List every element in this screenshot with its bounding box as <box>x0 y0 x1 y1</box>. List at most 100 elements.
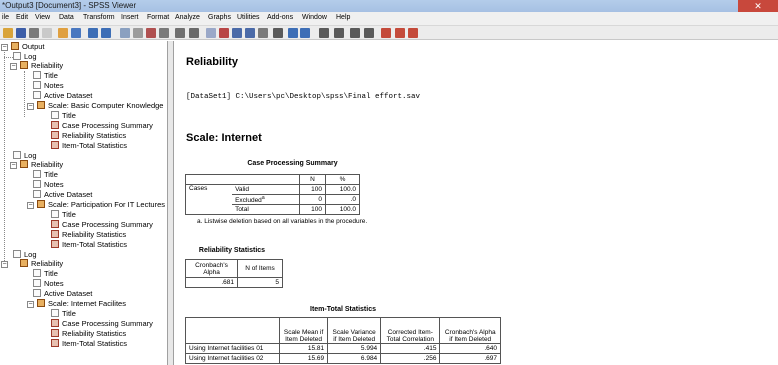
collapse-toggle[interactable]: − <box>1 261 8 268</box>
outline-title[interactable]: Title <box>33 170 58 180</box>
designate-window-icon[interactable] <box>175 28 185 38</box>
outline-notes[interactable]: Notes <box>33 279 64 289</box>
print-preview-icon[interactable] <box>42 28 52 38</box>
insert-heading-icon[interactable] <box>219 28 229 38</box>
outline-pane[interactable]: − Output Log − Reliability Title Notes A… <box>0 41 168 365</box>
menu-utilities[interactable]: Utilities <box>237 14 260 21</box>
col-header: Scale Variance if Item Deleted <box>327 317 382 344</box>
collapse-toggle[interactable]: − <box>10 63 17 70</box>
chart-builder-icon[interactable] <box>381 28 391 38</box>
show-icon[interactable] <box>350 28 360 38</box>
menu-graphs[interactable]: Graphs <box>208 14 231 21</box>
collapse-toggle[interactable]: − <box>27 301 34 308</box>
recall-dialog-icon[interactable] <box>71 28 81 38</box>
print-icon[interactable] <box>29 28 39 38</box>
collapse-toggle[interactable]: − <box>1 44 8 51</box>
log-icon <box>13 151 21 159</box>
undo-icon[interactable] <box>88 28 98 38</box>
menu-help[interactable]: Help <box>336 14 350 21</box>
outline-reliability[interactable]: Reliability <box>20 61 63 71</box>
menu-file[interactable]: ile <box>2 14 9 21</box>
outline-item-total[interactable]: Item-Total Statistics <box>51 141 127 151</box>
hide-icon[interactable] <box>364 28 374 38</box>
save-icon[interactable] <box>16 28 26 38</box>
table-cell: 100.0 <box>324 184 361 195</box>
promote-icon[interactable] <box>288 28 298 38</box>
outline-reliability[interactable]: Reliability <box>20 259 63 269</box>
case-summary-table[interactable]: N % Cases Valid 100 100.0 Excludeda 0 .0… <box>185 174 361 216</box>
outline-notes[interactable]: Notes <box>33 81 64 91</box>
menu-data[interactable]: Data <box>59 14 74 21</box>
open-icon[interactable] <box>3 28 13 38</box>
outline-case-summary[interactable]: Case Processing Summary <box>51 121 153 131</box>
collapse-toggle[interactable]: − <box>27 103 34 110</box>
goto-case-icon[interactable] <box>133 28 143 38</box>
export-icon[interactable] <box>58 28 68 38</box>
pane-splitter[interactable] <box>168 41 174 365</box>
outline-item-total[interactable]: Item-Total Statistics <box>51 339 127 349</box>
outline-reliability-stats[interactable]: Reliability Statistics <box>51 329 126 339</box>
outline-title[interactable]: Title <box>33 71 58 81</box>
find-icon[interactable] <box>159 28 169 38</box>
table-cell: 100 <box>298 204 326 216</box>
output-content-pane[interactable]: Reliability [DataSet1] C:\Users\pc\Deskt… <box>175 41 778 365</box>
notes-icon <box>33 279 41 287</box>
outline-notes[interactable]: Notes <box>33 180 64 190</box>
title-icon <box>51 309 59 317</box>
outline-active-dataset[interactable]: Active Dataset <box>33 289 92 299</box>
notes-icon <box>33 81 41 89</box>
col-header: % <box>324 174 361 185</box>
title-icon <box>33 170 41 178</box>
table-icon <box>51 339 59 347</box>
pivot-icon[interactable] <box>395 28 405 38</box>
outline-active-dataset[interactable]: Active Dataset <box>33 190 92 200</box>
insert-text-icon[interactable] <box>245 28 255 38</box>
scale-heading: Scale: Internet <box>186 132 262 144</box>
outline-title[interactable]: Title <box>33 269 58 279</box>
collapse-icon[interactable] <box>334 28 344 38</box>
output-book-icon <box>11 42 19 50</box>
outline-reliability-stats[interactable]: Reliability Statistics <box>51 230 126 240</box>
outline-active-dataset[interactable]: Active Dataset <box>33 91 92 101</box>
outline-case-summary[interactable]: Case Processing Summary <box>51 319 153 329</box>
redo-icon[interactable] <box>101 28 111 38</box>
table-cell: .697 <box>439 353 501 364</box>
menu-addons[interactable]: Add-ons <box>267 14 293 21</box>
folder-book-icon <box>20 160 28 168</box>
folder-book-icon <box>37 299 45 307</box>
outline-scale-title[interactable]: Title <box>51 309 76 319</box>
outline-case-summary[interactable]: Case Processing Summary <box>51 220 153 230</box>
menu-view[interactable]: View <box>35 14 50 21</box>
outline-root[interactable]: Output <box>11 42 45 52</box>
goto-data-icon[interactable] <box>120 28 130 38</box>
close-button[interactable]: ✕ <box>738 0 778 12</box>
show-all-icon[interactable] <box>206 28 216 38</box>
select-last-output-icon[interactable] <box>189 28 199 38</box>
demote-icon[interactable] <box>300 28 310 38</box>
collapse-toggle[interactable]: − <box>27 202 34 209</box>
item-total-table[interactable]: Scale Mean if Item Deleted Scale Varianc… <box>185 317 501 364</box>
collapse-toggle[interactable]: − <box>10 162 17 169</box>
menu-transform[interactable]: Transform <box>83 14 115 21</box>
menu-analyze[interactable]: Analyze <box>175 14 200 21</box>
expand-icon[interactable] <box>319 28 329 38</box>
menu-insert[interactable]: Insert <box>121 14 139 21</box>
outline-reliability-stats[interactable]: Reliability Statistics <box>51 131 126 141</box>
outline-item-total[interactable]: Item-Total Statistics <box>51 240 127 250</box>
add-icon[interactable] <box>273 28 283 38</box>
bookmark-icon[interactable] <box>408 28 418 38</box>
menu-format[interactable]: Format <box>147 14 169 21</box>
variables-icon[interactable] <box>146 28 156 38</box>
outline-scale-title[interactable]: Title <box>51 111 76 121</box>
outline-reliability[interactable]: Reliability <box>20 160 63 170</box>
menu-edit[interactable]: Edit <box>16 14 28 21</box>
table-icon <box>51 141 59 149</box>
outline-scale[interactable]: Scale: Participation For IT Lectures <box>37 200 165 210</box>
outline-scale-title[interactable]: Title <box>51 210 76 220</box>
outline-scale[interactable]: Scale: Basic Computer Knowledge <box>37 101 163 111</box>
insert-title-icon[interactable] <box>232 28 242 38</box>
reliability-stats-table[interactable]: Cronbach's Alpha N of Items .681 5 <box>185 259 283 288</box>
insert-image-icon[interactable] <box>258 28 268 38</box>
menu-window[interactable]: Window <box>302 14 327 21</box>
outline-scale[interactable]: Scale: Internet Facilites <box>37 299 126 309</box>
